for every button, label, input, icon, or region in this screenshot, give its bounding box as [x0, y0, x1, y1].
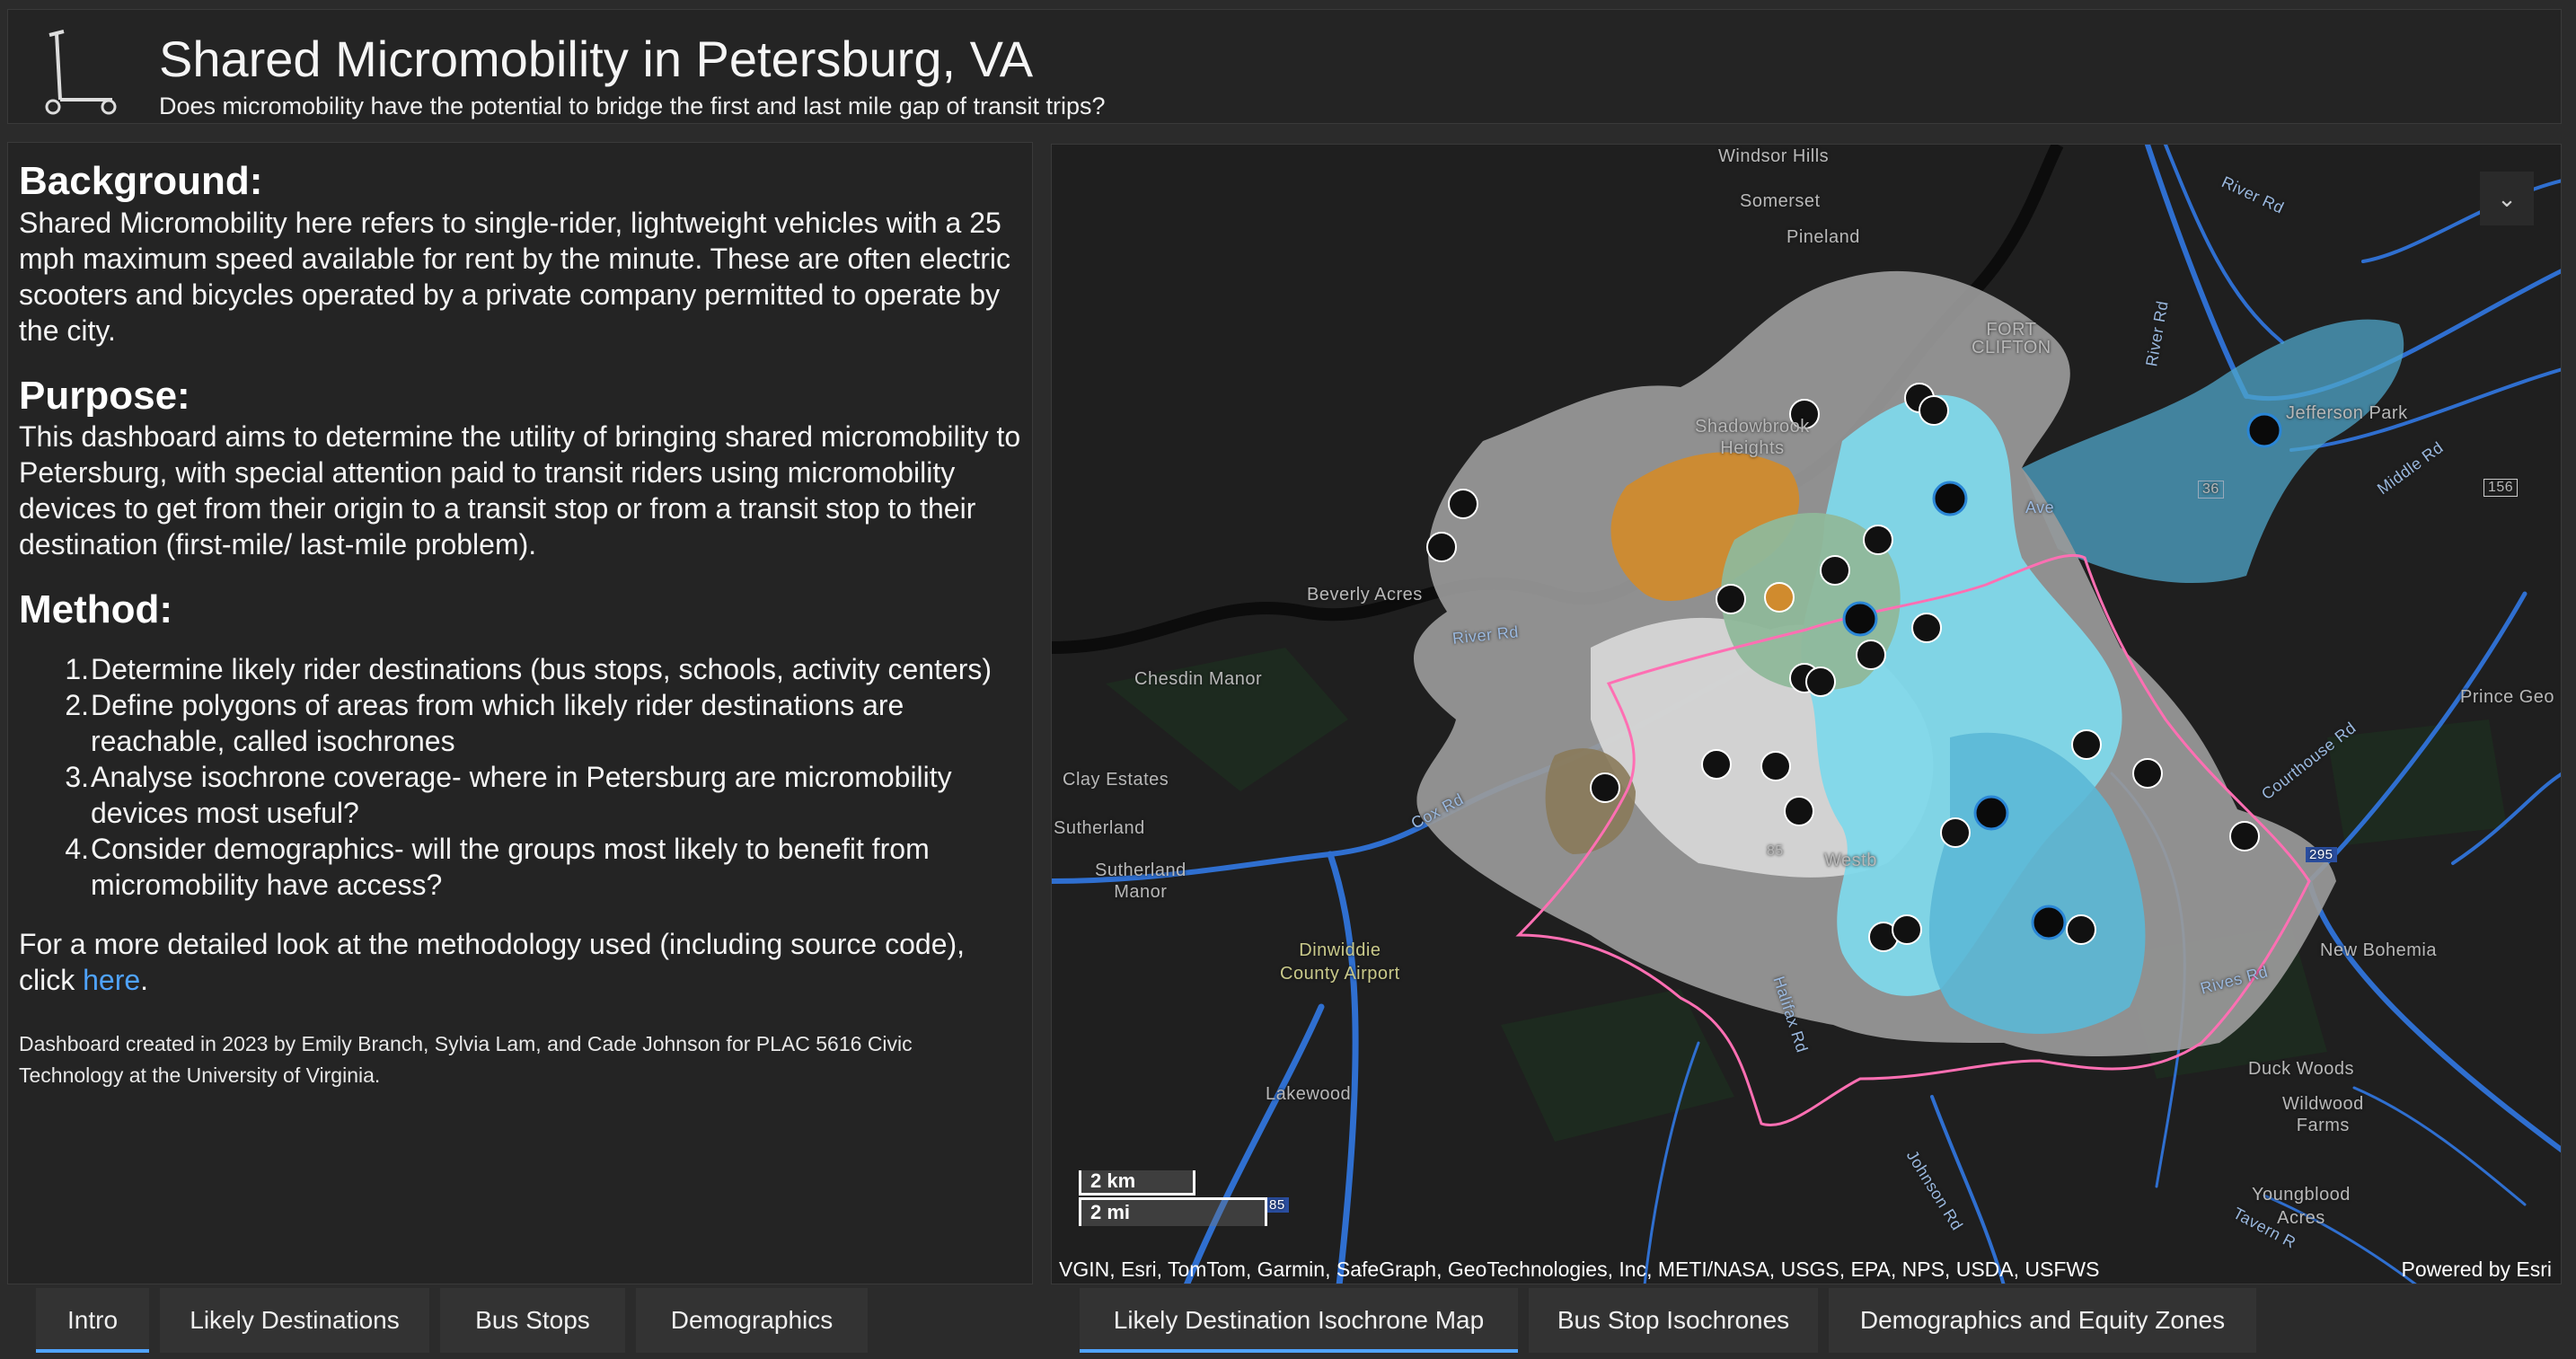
scale-km: 2 km — [1079, 1170, 1195, 1196]
tab-bus-stop-isochrones[interactable]: Bus Stop Isochrones — [1529, 1288, 1818, 1353]
map-label: Chesdin Manor — [1134, 669, 1263, 689]
route-shield: 85 — [1767, 843, 1784, 859]
scooter-icon — [45, 30, 117, 115]
interstate-shield: 85 — [1266, 1197, 1289, 1213]
map-label: Shadowbrook Heights — [1695, 417, 1810, 458]
purpose-text: This dashboard aims to determine the uti… — [19, 420, 1021, 561]
tab-likely-destinations[interactable]: Likely Destinations — [160, 1288, 429, 1353]
map-label: FORT CLIFTON — [1972, 320, 2051, 357]
map-label: New Bohemia — [2320, 940, 2438, 960]
scale-mi: 2 mi — [1079, 1197, 1267, 1226]
right-tab-bar: Likely Destination Isochrone Map Bus Sto… — [1080, 1288, 2256, 1353]
interstate-shield: 295 — [2306, 847, 2337, 862]
method-heading: Method: — [19, 587, 173, 632]
chevron-down-icon[interactable]: ⌄ — [2480, 172, 2534, 225]
methodology-link[interactable]: here — [83, 964, 140, 996]
map-label: Clay Estates — [1063, 770, 1169, 790]
purpose-heading: Purpose: — [19, 373, 190, 418]
dashboard-header: Shared Micromobility in Petersburg, VA D… — [7, 9, 2562, 124]
tab-intro[interactable]: Intro — [36, 1288, 149, 1353]
background-text: Shared Micromobility here refers to sing… — [19, 206, 1010, 347]
list-item: 4. Consider demographics- will the groups… — [65, 832, 930, 901]
map-label: Windsor Hills — [1718, 146, 1830, 166]
map-label: Wildwood Farms — [2282, 1094, 2364, 1135]
map-label: Duck Woods — [2248, 1059, 2355, 1079]
powered-by-esri[interactable]: Powered by Esri — [2402, 1258, 2552, 1282]
page-subtitle: Does micromobility have the potential to… — [159, 93, 1106, 119]
map-label: Pineland — [1786, 227, 1860, 247]
list-item: 2. Define polygons of areas from which li… — [65, 688, 904, 757]
map-attribution[interactable]: VGIN, Esri, TomTom, Garmin, SafeGraph, G… — [1059, 1258, 2099, 1282]
method-list: 1. Determine likely rider destinations (b… — [19, 651, 1021, 903]
credit-text: Dashboard created in 2023 by Emily Branc… — [19, 1031, 913, 1087]
tab-demographics[interactable]: Demographics — [636, 1288, 868, 1353]
map-label: Jefferson Park — [2286, 403, 2408, 423]
isochrone-map[interactable]: Windsor Hills Somerset Pineland FORT CLI… — [1051, 144, 2562, 1284]
map-label: Sutherland — [1054, 818, 1145, 838]
list-item: 1. Determine likely rider destinations (b… — [65, 652, 992, 685]
route-shield: 36 — [2198, 481, 2224, 499]
route-shield: 156 — [2483, 479, 2519, 497]
tab-demographics-equity-zones[interactable]: Demographics and Equity Zones — [1829, 1288, 2256, 1353]
map-label: Beverly Acres — [1307, 585, 1423, 604]
page-title: Shared Micromobility in Petersburg, VA — [159, 31, 1034, 87]
map-label: Prince Geo — [2460, 687, 2555, 707]
map-label: Westb — [1824, 851, 1877, 870]
methodology-paragraph: For a more detailed look at the methodol… — [19, 927, 966, 996]
map-label: Ave — [2025, 499, 2055, 516]
tab-likely-destination-isochrone-map[interactable]: Likely Destination Isochrone Map — [1080, 1288, 1518, 1353]
map-label: Sutherland Manor — [1095, 860, 1187, 902]
map-label: Somerset — [1740, 191, 1821, 211]
left-tab-bar: Intro Likely Destinations Bus Stops Demo… — [36, 1288, 868, 1353]
list-item: 3. Analyse isochrone coverage- where in P… — [65, 760, 952, 829]
map-label: Lakewood — [1266, 1084, 1352, 1104]
map-label: Dinwiddie County Airport — [1280, 940, 1400, 984]
tab-bus-stops[interactable]: Bus Stops — [440, 1288, 625, 1353]
intro-panel: Background: Shared Micromobility here re… — [7, 142, 1033, 1284]
background-heading: Background: — [19, 159, 263, 203]
